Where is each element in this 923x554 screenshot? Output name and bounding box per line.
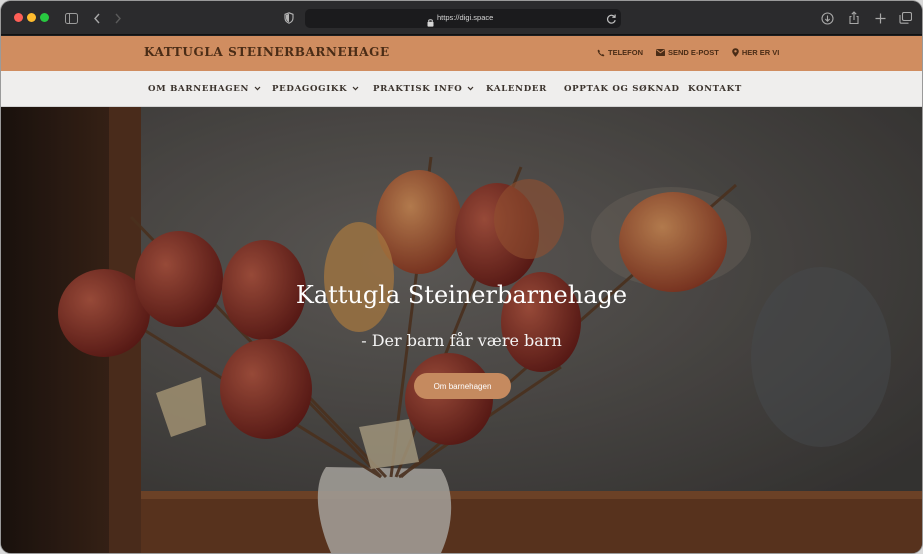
zoom-window-button[interactable] [40,13,49,22]
nav-item-label: OM BARNEHAGEN [148,84,250,94]
browser-toolbar: https://digi.space [1,1,922,35]
phone-icon [597,49,605,57]
hero-title: Kattugla Steinerbarnehage [295,281,628,309]
hero-subtitle: - Der barn får være barn [361,331,562,350]
hero-section: Kattugla Steinerbarnehage - Der barn får… [1,107,922,553]
nav-item-label: KONTAKT [688,84,742,94]
hero-background-image [1,107,922,553]
address-bar[interactable]: https://digi.space [305,9,621,28]
nav-item-pedagogikk[interactable]: PEDAGOGIKK [272,84,359,94]
map-pin-icon [732,48,739,57]
location-link[interactable]: HER ER VI [732,48,780,57]
contact-links: TELEFON SEND E-POST HER ER VI [597,48,779,57]
email-link[interactable]: SEND E-POST [656,48,719,57]
site-topbar: KATTUGLA STEINERBARNEHAGE TELEFON SEND E… [1,36,922,71]
shield-icon[interactable] [283,9,295,27]
minimize-window-button[interactable] [27,13,36,22]
nav-item-praktisk-info[interactable]: PRAKTISK INFO [373,84,474,94]
nav-item-label: OPPTAK OG SØKNAD [564,84,680,94]
email-label: SEND E-POST [668,48,719,57]
tabs-icon[interactable] [897,9,913,27]
nav-item-label: KALENDER [486,84,547,94]
envelope-icon [656,49,665,56]
download-icon[interactable] [819,9,835,27]
location-label: HER ER VI [741,48,780,57]
nav-item-kontakt[interactable]: KONTAKT [688,84,742,94]
share-icon[interactable] [846,9,862,27]
browser-window: https://digi.space KATTUGLA STEINERBARNE… [1,1,922,553]
phone-label: TELEFON [608,48,643,57]
sidebar-icon[interactable] [63,9,79,27]
url-text: https://digi.space [437,13,494,22]
chevron-down-icon [352,84,359,94]
chevron-down-icon [254,84,261,94]
nav-item-kalender[interactable]: KALENDER [486,84,547,94]
chevron-down-icon [467,84,474,94]
nav-item-opptak-og-soknad[interactable]: OPPTAK OG SØKNAD [564,84,680,94]
main-navigation: OM BARNEHAGEN PEDAGOGIKK PRAKTISK INFO K… [1,71,922,107]
close-window-button[interactable] [14,13,23,22]
site-title[interactable]: KATTUGLA STEINERBARNEHAGE [144,45,390,59]
nav-item-om-barnehagen[interactable]: OM BARNEHAGEN [148,84,261,94]
nav-item-label: PEDAGOGIKK [272,84,348,94]
nav-item-label: PRAKTISK INFO [373,84,463,94]
reload-icon[interactable] [606,12,617,30]
back-icon[interactable] [91,9,103,27]
forward-icon[interactable] [112,9,124,27]
lock-icon [427,14,434,32]
phone-link[interactable]: TELEFON [597,48,643,57]
om-barnehagen-button[interactable]: Om barnehagen [414,373,511,399]
new-tab-icon[interactable] [872,9,888,27]
